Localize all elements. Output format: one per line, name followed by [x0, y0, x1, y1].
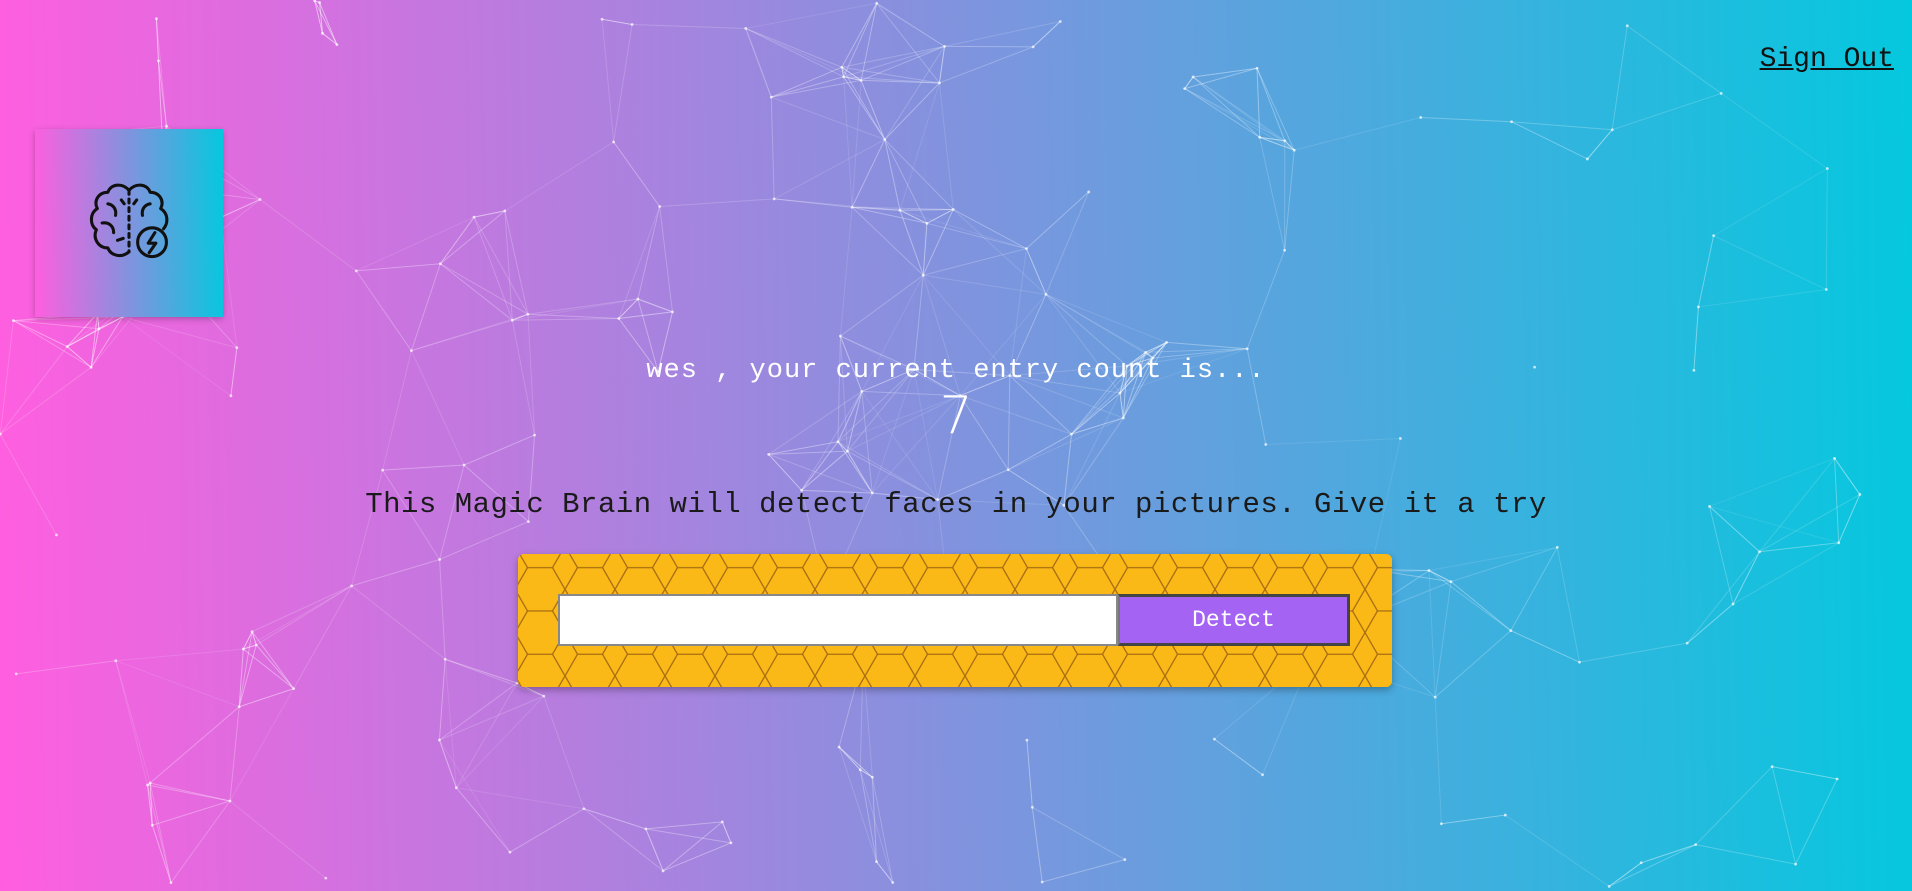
entry-count-value: 7	[939, 386, 973, 446]
entry-count-message: wes , your current entry count is...	[646, 356, 1266, 386]
image-link-form: Detect	[518, 554, 1392, 687]
brain-icon	[89, 183, 169, 259]
detect-button[interactable]: Detect	[1118, 594, 1350, 646]
intro-text: This Magic Brain will detect faces in yo…	[365, 488, 1547, 521]
logo	[35, 129, 223, 317]
sign-out-link[interactable]: Sign Out	[1760, 44, 1894, 75]
image-url-input[interactable]	[558, 594, 1118, 646]
rank-section: wes , your current entry count is... 7	[0, 356, 1912, 445]
